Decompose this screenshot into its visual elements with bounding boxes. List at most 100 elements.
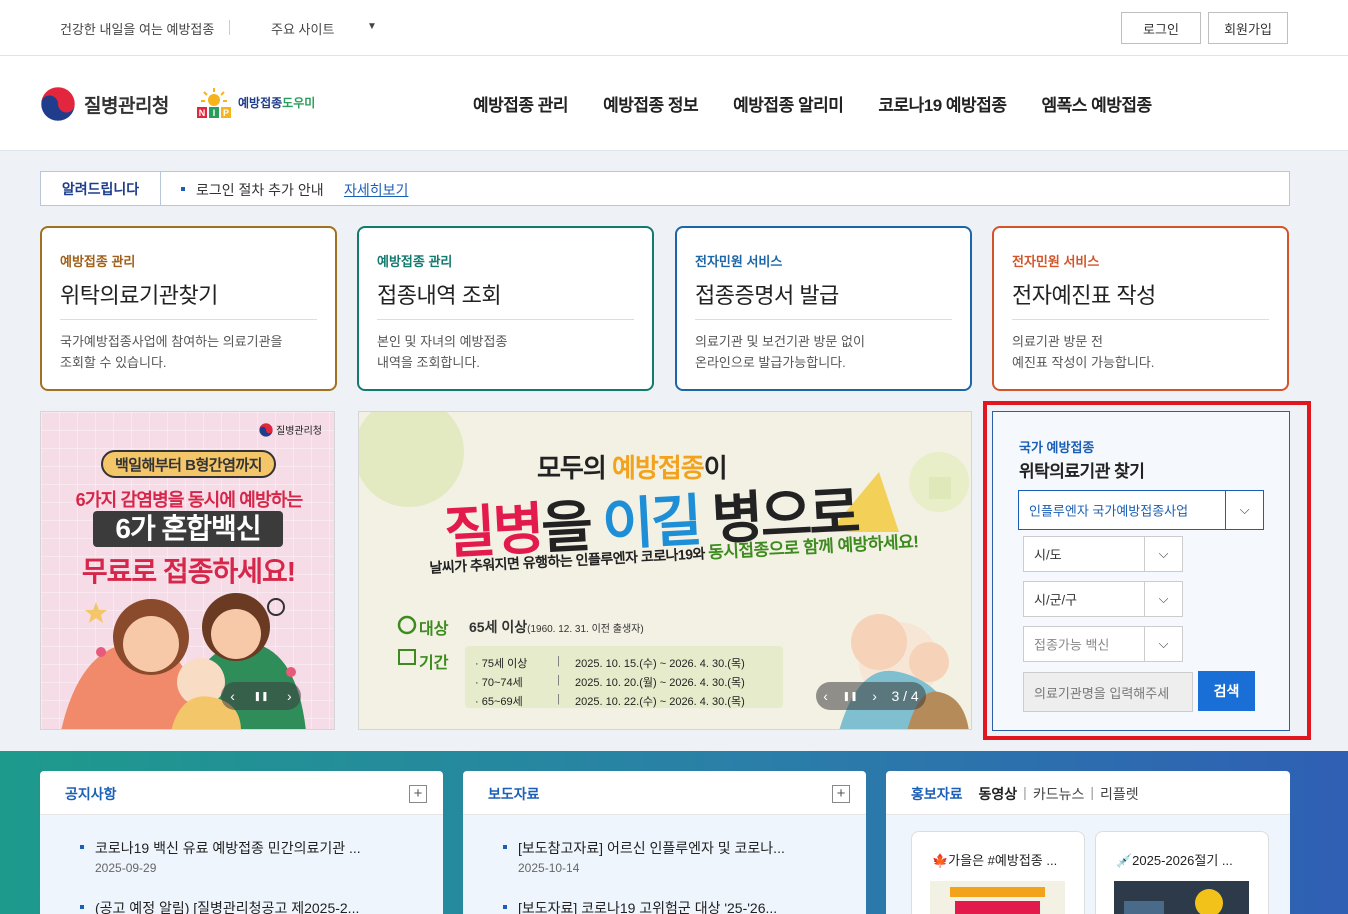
sigungu-select-value: 시/군/구 — [1034, 592, 1078, 608]
join-button[interactable]: 회원가입 — [1208, 12, 1288, 44]
list-item-date: 2025-10-14 — [518, 861, 580, 875]
period-table: · 75세 이상 | 2025. 10. 15.(수) ~ 2026. 4. 30.… — [465, 646, 783, 708]
card-title: 접종증명서 발급 — [695, 283, 839, 308]
prev-icon[interactable]: ‹ — [230, 688, 235, 704]
tab-promo[interactable]: 홍보자료 — [911, 784, 963, 804]
card-category: 예방접종 관리 — [377, 254, 453, 269]
bullet — [181, 187, 185, 191]
tab-video[interactable]: 동영상 — [979, 784, 1018, 804]
search-button[interactable]: 검색 — [1198, 671, 1255, 711]
list-item-date: 2025-09-29 — [95, 861, 157, 875]
banner-brand: 질병관리청 — [259, 422, 322, 437]
separator: | — [557, 693, 560, 705]
notice-label: 알려드립니다 — [41, 172, 161, 205]
separator: | — [1090, 784, 1094, 800]
list-item[interactable]: [보도참고자료] 어르신 인플루엔자 및 코로나... 2025-10-14 — [503, 838, 785, 875]
nav-covid19-vaccination[interactable]: 코로나19 예방접종 — [878, 91, 1007, 116]
kdca-logo-icon[interactable] — [40, 86, 76, 122]
program-select[interactable]: 인플루엔자 국가예방접종사업 ⌵ — [1018, 490, 1264, 530]
next-icon[interactable]: › — [872, 688, 877, 704]
period-row: · 70~74세 | 2025. 10. 20.(월) ~ 2026. 4. 30.… — [475, 674, 745, 690]
nav-vaccination-management[interactable]: 예방접종 관리 — [473, 91, 569, 116]
banner-flu-covid-campaign[interactable]: 모두의 예방접종이 질병을 이길 병으로 날씨가 추워지면 유행하는 인플루엔자… — [358, 411, 972, 730]
caret-down-icon[interactable]: ▼ — [367, 21, 377, 32]
divider — [377, 319, 634, 320]
chevron-down-icon[interactable]: ⌵ — [1225, 491, 1263, 529]
sido-select[interactable]: 시/도 ⌵ — [1023, 536, 1183, 572]
nav-vaccination-info[interactable]: 예방접종 정보 — [603, 91, 699, 116]
video-thumbnail-icon — [1114, 881, 1249, 914]
nip-name[interactable]: 예방접종도우미 — [238, 94, 315, 111]
sigungu-select[interactable]: 시/군/구 ⌵ — [1023, 581, 1183, 617]
list-item-title[interactable]: 코로나19 백신 유료 예방접종 민간의료기관 ... — [80, 838, 361, 858]
card-desc-line: 의료기관 및 보건기관 방문 없이 — [695, 334, 865, 349]
chevron-down-icon[interactable]: ⌵ — [1144, 537, 1182, 571]
card-certificate[interactable]: 전자민원 서비스 접종증명서 발급 의료기관 및 보건기관 방문 없이 온라인으로… — [675, 226, 972, 391]
list-item[interactable]: 코로나19 백신 유료 예방접종 민간의료기관 ... 2025-09-29 — [80, 838, 361, 875]
separator: | — [557, 674, 560, 686]
period-date: 2025. 10. 22.(수) ~ 2026. 4. 30.(목) — [575, 696, 745, 708]
notice-text[interactable]: 로그인 절차 추가 안내 — [196, 180, 324, 200]
period-row: · 65~69세 | 2025. 10. 22.(수) ~ 2026. 4. 30.… — [475, 693, 745, 709]
svg-text:P: P — [223, 108, 229, 118]
banner-text: 모두의 — [537, 453, 607, 483]
agency-name[interactable]: 질병관리청 — [84, 91, 169, 118]
promo-thumb-title: 🍁가을은 #예방접종 ... — [932, 853, 1058, 868]
banner-brand-text: 질병관리청 — [276, 426, 322, 437]
list-item-title[interactable]: [보도참고자료] 어르신 인플루엔자 및 코로나... — [503, 838, 785, 858]
banner-text: 동시접종 — [707, 540, 770, 563]
press-panel: 보도자료 + [보도참고자료] 어르신 인플루엔자 및 코로나... 2025-… — [463, 771, 866, 914]
banner-hexavalent-vaccine[interactable]: 질병관리청 백일해부터 B형간염까지 6가지 감염병을 동시에 예방하는 6가 … — [40, 411, 335, 730]
divider — [229, 20, 230, 35]
prev-icon[interactable]: ‹ — [823, 688, 828, 704]
card-desc-line: 조회할 수 있습니다. — [60, 355, 167, 370]
card-title: 접종내역 조회 — [377, 283, 502, 308]
login-button[interactable]: 로그인 — [1121, 12, 1201, 44]
video-thumbnail-icon — [930, 881, 1065, 914]
nip-logo-icon[interactable]: N I P — [193, 86, 235, 120]
main-sites-dropdown[interactable]: 주요 사이트 — [271, 19, 334, 38]
program-select-value: 인플루엔자 국가예방접종사업 — [1029, 503, 1189, 519]
target-value-text: 65세 이상 — [469, 619, 528, 635]
chevron-down-icon[interactable]: ⌵ — [1144, 627, 1182, 661]
card-title: 위탁의료기관찾기 — [60, 283, 218, 308]
target-value: 65세 이상(1960. 12. 31. 이전 출생자) — [469, 617, 644, 637]
notice-panel: 공지사항 + 코로나19 백신 유료 예방접종 민간의료기관 ... 2025-… — [40, 771, 443, 914]
card-category: 전자민원 서비스 — [1012, 254, 1100, 269]
card-desc-line: 내역을 조회합니다. — [377, 355, 480, 370]
plus-icon[interactable]: + — [409, 785, 427, 803]
tab-leaflet[interactable]: 리플렛 — [1100, 784, 1139, 804]
panel-title[interactable]: 보도자료 — [488, 784, 540, 804]
list-item[interactable]: (공고 예정 알림) [질병관리청공고 제2025-2... — [80, 898, 359, 914]
next-icon[interactable]: › — [287, 688, 292, 704]
promo-thumb[interactable]: 🍁가을은 #예방접종 ... — [911, 831, 1085, 914]
separator: | — [1023, 784, 1027, 800]
site-slogan: 건강한 내일을 여는 예방접종 — [60, 22, 215, 37]
promo-tabs: 홍보자료 동영상 | 카드뉴스 | 리플렛 — [911, 784, 1139, 804]
chevron-down-icon[interactable]: ⌵ — [1144, 582, 1182, 616]
panel-title[interactable]: 공지사항 — [65, 784, 117, 804]
card-find-clinic[interactable]: 예방접종 관리 위탁의료기관찾기 국가예방접종사업에 참여하는 의료기관을 조회할… — [40, 226, 337, 391]
plus-icon[interactable]: + — [832, 785, 850, 803]
notice-bar: 알려드립니다 로그인 절차 추가 안내 자세히보기 — [40, 171, 1290, 206]
main-nav: 예방접종 관리 예방접종 정보 예방접종 알리미 코로나19 예방접종 엠폭스 … — [473, 91, 1187, 116]
promo-thumb[interactable]: 💉2025-2026절기 ... — [1095, 831, 1269, 914]
banner2-controls: ‹ ❚❚ › 3 / 4 — [816, 682, 926, 710]
pause-icon[interactable]: ❚❚ — [253, 691, 268, 702]
list-item[interactable]: [보도자료] 코로나19 고위험군 대상 '25-'26... — [503, 898, 777, 914]
notice-more-link[interactable]: 자세히보기 — [344, 180, 408, 200]
period-age: · 75세 이상 — [475, 658, 528, 670]
list-item-title[interactable]: (공고 예정 알림) [질병관리청공고 제2025-2... — [80, 898, 359, 914]
clinic-name-input[interactable]: 의료기관명을 입력해주세 — [1023, 672, 1193, 712]
period-row: · 75세 이상 | 2025. 10. 15.(수) ~ 2026. 4. 30.… — [475, 655, 745, 671]
card-e-questionnaire[interactable]: 전자민원 서비스 전자예진표 작성 의료기관 방문 전 예진표 작성이 가능합니다… — [992, 226, 1289, 391]
card-vaccination-history[interactable]: 예방접종 관리 접종내역 조회 본인 및 자녀의 예방접종 내역을 조회합니다. — [357, 226, 654, 391]
nav-vaccination-alert[interactable]: 예방접종 알리미 — [733, 91, 844, 116]
tab-card-news[interactable]: 카드뉴스 — [1033, 784, 1085, 804]
vaccine-select[interactable]: 접종가능 백신 ⌵ — [1023, 626, 1183, 662]
list-item-title[interactable]: [보도자료] 코로나19 고위험군 대상 '25-'26... — [503, 898, 777, 914]
nav-mpox-vaccination[interactable]: 엠폭스 예방접종 — [1041, 91, 1152, 116]
banner-headline: 6가 혼합백신 — [93, 511, 283, 547]
pause-icon[interactable]: ❚❚ — [843, 691, 858, 702]
